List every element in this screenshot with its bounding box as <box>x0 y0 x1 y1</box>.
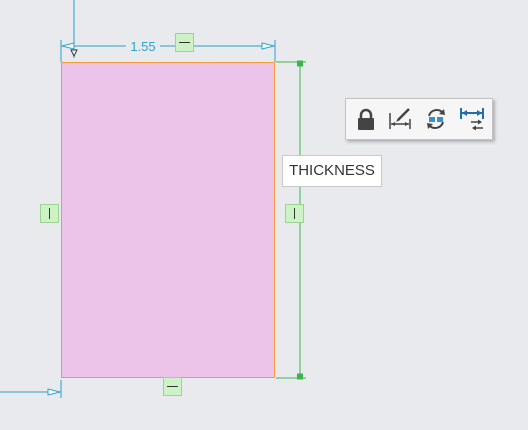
dimension-arrow-right-icon <box>261 42 275 50</box>
dimension-arrow-icon <box>47 388 61 396</box>
horizontal-constraint-icon[interactable] <box>163 377 182 396</box>
swap-reference-icon <box>427 109 445 129</box>
vertical-constraint-icon[interactable] <box>285 204 304 223</box>
sketch-rectangle[interactable] <box>61 62 275 378</box>
horizontal-constraint-icon[interactable] <box>175 33 194 52</box>
dimension-arrow-top-icon <box>297 60 303 67</box>
flip-dimension-button[interactable] <box>456 103 488 135</box>
horizontal-dimension[interactable] <box>60 0 276 62</box>
horizontal-constraint-mark <box>179 41 190 44</box>
horizontal-dimension-value[interactable]: 1.55 <box>126 38 160 56</box>
reference-dimension[interactable] <box>0 380 62 398</box>
dimension-arrow-left-icon <box>61 42 75 50</box>
dimension-mini-toolbar <box>345 98 493 140</box>
vertical-constraint-mark <box>293 208 296 219</box>
dimension-properties-button[interactable] <box>384 103 416 135</box>
lock-icon <box>358 108 374 130</box>
dimension-edit-icon <box>389 108 411 129</box>
vertical-constraint-icon[interactable] <box>40 204 59 223</box>
toggle-reference-button[interactable] <box>420 103 452 135</box>
vertical-constraint-mark <box>48 208 51 219</box>
horizontal-constraint-mark <box>167 385 178 388</box>
flip-dimension-icon <box>460 108 484 131</box>
dimension-tooltip: THICKNESS <box>282 155 382 187</box>
pointer-arrow-icon <box>70 49 78 58</box>
dimension-arrow-bottom-icon <box>297 373 303 380</box>
lock-dimension-button[interactable] <box>350 103 382 135</box>
